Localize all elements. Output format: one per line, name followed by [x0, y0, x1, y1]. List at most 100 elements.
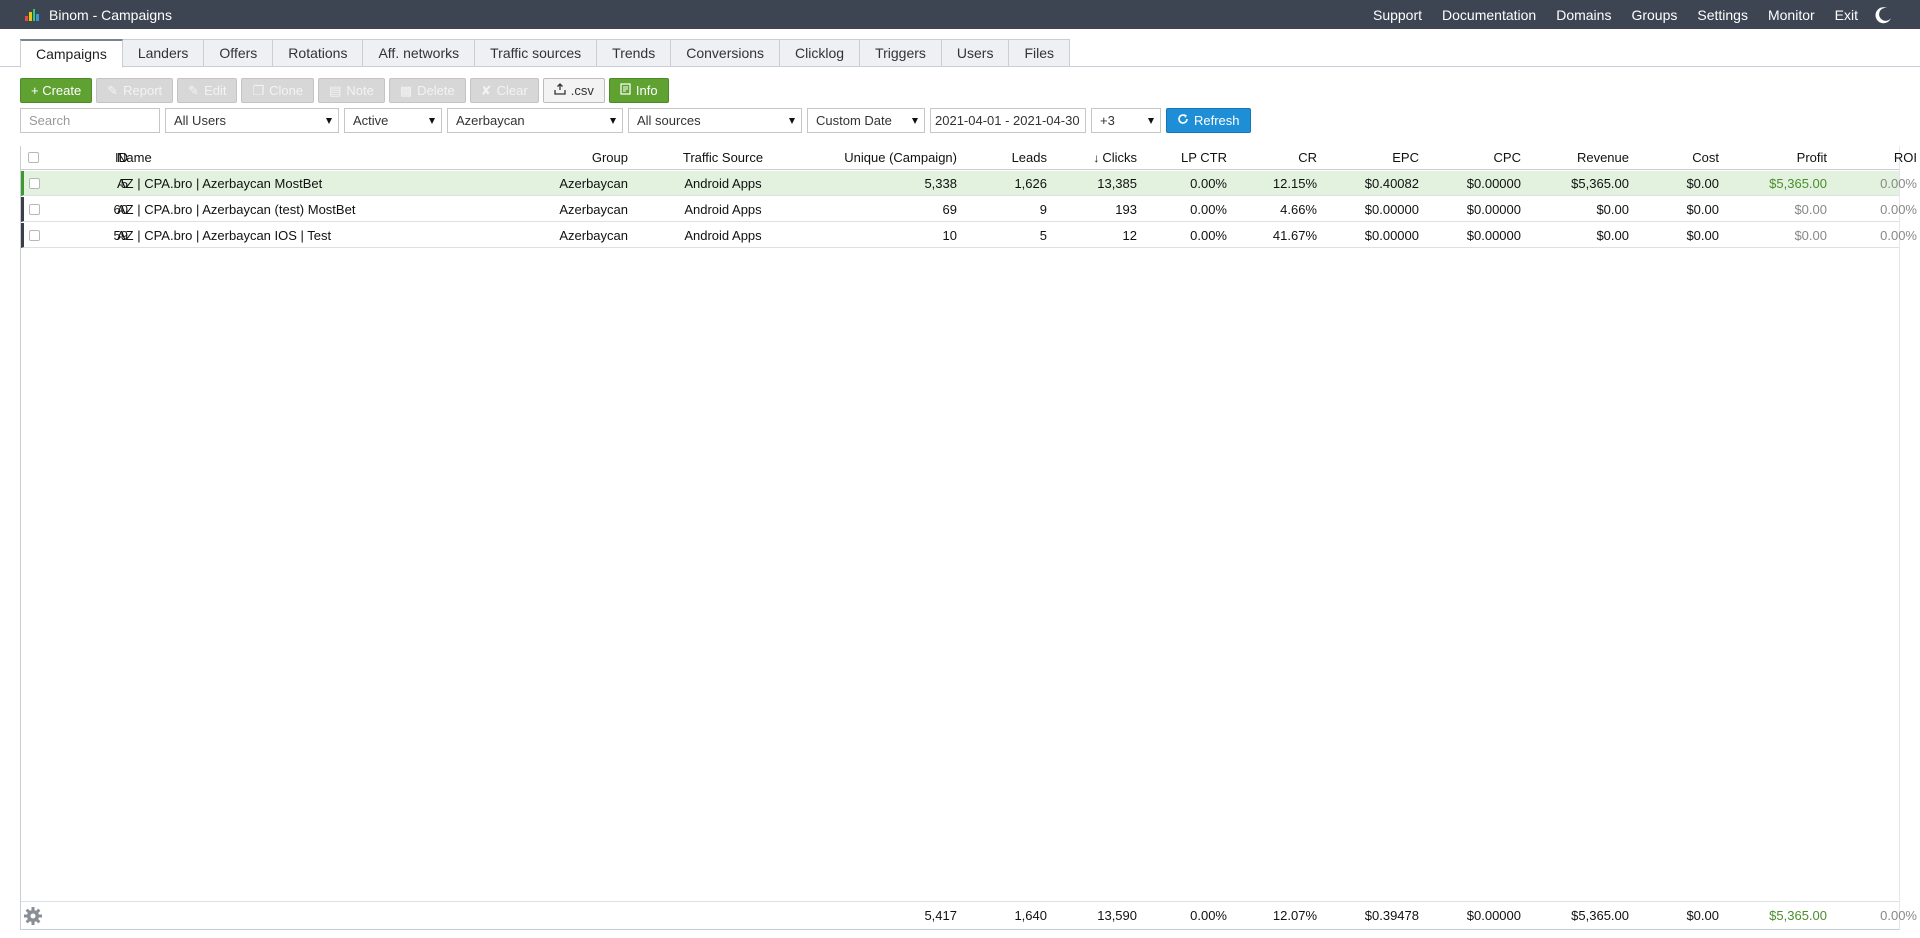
col-roi[interactable]: ROI: [1827, 146, 1917, 169]
cell-cpc: $0.00000: [1466, 175, 1521, 191]
cell-name[interactable]: AZ | CPA.bro | Azerbaycan IOS | Test: [117, 223, 437, 247]
cell-name[interactable]: AZ | CPA.bro | Azerbaycan MostBet: [117, 171, 437, 195]
date-range-input[interactable]: 2021-04-01 - 2021-04-30: [930, 108, 1086, 133]
edit-button[interactable]: ✎ Edit: [177, 78, 238, 103]
group-select[interactable]: Azerbaycan: [447, 108, 623, 133]
cell-clicks: 193: [1115, 201, 1137, 217]
report-button[interactable]: ✎ Report: [96, 78, 174, 103]
cell-cost: $0.00: [1686, 227, 1719, 243]
col-profit[interactable]: Profit: [1719, 146, 1827, 169]
col-lp-ctr[interactable]: LP CTR: [1137, 146, 1227, 169]
info-icon: [620, 83, 631, 98]
tab-rotations[interactable]: Rotations: [273, 39, 364, 67]
search-input[interactable]: Search: [20, 108, 160, 133]
cell-name[interactable]: AZ | CPA.bro | Azerbaycan (test) MostBet: [117, 197, 437, 221]
row-checkbox[interactable]: [29, 177, 40, 189]
info-button[interactable]: Info: [608, 78, 669, 103]
col-leads[interactable]: Leads: [957, 146, 1047, 169]
tab-files[interactable]: Files: [1009, 39, 1071, 67]
row-checkbox-cell[interactable]: [24, 223, 45, 247]
gear-icon[interactable]: [23, 906, 43, 926]
col-unique[interactable]: Unique (Campaign): [801, 146, 957, 169]
report-label: Report: [123, 83, 163, 98]
note-label: Note: [346, 83, 374, 98]
tab-offers[interactable]: Offers: [204, 39, 274, 67]
top-bar: Binom - Campaigns Support Documentation …: [0, 0, 1920, 29]
delete-button[interactable]: ▩ Delete: [388, 78, 466, 103]
table-row[interactable]: 59 AZ | CPA.bro | Azerbaycan IOS | Test …: [21, 223, 1917, 248]
cell-revenue: $5,365.00: [1571, 175, 1629, 191]
tab-trends[interactable]: Trends: [597, 39, 672, 67]
col-revenue[interactable]: Revenue: [1521, 146, 1629, 169]
total-roi: 0.00%: [1880, 908, 1917, 923]
delete-label: Delete: [417, 83, 455, 98]
nav-domains[interactable]: Domains: [1556, 7, 1611, 23]
select-all-checkbox[interactable]: [27, 152, 39, 163]
col-cost[interactable]: Cost: [1629, 146, 1719, 169]
col-cr[interactable]: CR: [1227, 146, 1317, 169]
nav-settings[interactable]: Settings: [1697, 7, 1748, 23]
cell-leads: 5: [1039, 227, 1047, 243]
row-checkbox-cell[interactable]: [24, 171, 45, 195]
top-nav: Support Documentation Domains Groups Set…: [1353, 0, 1894, 29]
cell-lp-ctr: 0.00%: [1190, 227, 1227, 243]
cell-unique: 69: [942, 201, 957, 217]
nav-exit[interactable]: Exit: [1835, 7, 1858, 23]
table-row[interactable]: 60 AZ | CPA.bro | Azerbaycan (test) Most…: [21, 197, 1917, 222]
row-checkbox[interactable]: [29, 203, 40, 215]
clear-label: Clear: [496, 83, 528, 98]
note-button[interactable]: ▤ Note: [318, 78, 385, 103]
nav-support[interactable]: Support: [1373, 7, 1422, 23]
table-totals: 5,417 1,640 13,590 0.00% 12.07% $0.39478…: [21, 901, 1917, 929]
sources-select[interactable]: All sources: [628, 108, 802, 133]
col-epc[interactable]: EPC: [1317, 146, 1419, 169]
nav-groups[interactable]: Groups: [1631, 7, 1677, 23]
csv-export-button[interactable]: .csv: [542, 78, 605, 103]
col-group[interactable]: Group: [441, 146, 628, 169]
col-traffic-source[interactable]: Traffic Source: [641, 146, 805, 169]
cell-profit: $0.00: [1794, 201, 1827, 217]
chevron-down-icon: [326, 118, 332, 124]
csv-label: .csv: [570, 83, 594, 98]
cell-group: Azerbaycan: [559, 175, 628, 191]
col-clicks[interactable]: ↓ Clicks: [1047, 146, 1137, 169]
edit-label: Edit: [204, 83, 227, 98]
total-cpc: $0.00000: [1466, 908, 1521, 923]
clone-button[interactable]: ❐ Clone: [241, 78, 315, 103]
group-select-value: Azerbaycan: [456, 113, 525, 128]
tab-triggers[interactable]: Triggers: [860, 39, 942, 67]
bar-chart-logo: [25, 8, 39, 21]
tab-landers[interactable]: Landers: [122, 39, 205, 67]
col-cpc[interactable]: CPC: [1419, 146, 1521, 169]
row-checkbox[interactable]: [29, 229, 40, 241]
tab-traffic-sources[interactable]: Traffic sources: [475, 39, 598, 67]
users-select[interactable]: All Users: [165, 108, 339, 133]
nav-documentation[interactable]: Documentation: [1442, 7, 1536, 23]
col-name[interactable]: Name: [117, 146, 417, 169]
cell-cost: $0.00: [1686, 201, 1719, 217]
moon-icon[interactable]: [1874, 5, 1894, 25]
tab-campaigns[interactable]: Campaigns: [20, 39, 123, 68]
tab-aff-networks[interactable]: Aff. networks: [363, 39, 476, 67]
date-mode-select[interactable]: Custom Date: [807, 108, 925, 133]
table-row[interactable]: 5 AZ | CPA.bro | Azerbaycan MostBet Azer…: [21, 171, 1917, 196]
select-all-checkbox-cell[interactable]: [21, 146, 45, 169]
row-checkbox-cell[interactable]: [24, 197, 45, 221]
clear-button[interactable]: ✘ Clear: [469, 78, 539, 103]
tab-clicklog[interactable]: Clicklog: [780, 39, 861, 67]
tab-users[interactable]: Users: [941, 39, 1010, 67]
refresh-icon: [1177, 113, 1189, 128]
status-select[interactable]: Active: [344, 108, 442, 133]
create-button[interactable]: + Create: [20, 78, 93, 103]
tab-conversions[interactable]: Conversions: [671, 39, 781, 67]
nav-monitor[interactable]: Monitor: [1768, 7, 1815, 23]
total-unique: 5,417: [924, 908, 957, 923]
cell-group: Azerbaycan: [559, 227, 628, 243]
cell-leads: 9: [1039, 201, 1047, 217]
cell-lp-ctr: 0.00%: [1190, 201, 1227, 217]
refresh-button[interactable]: Refresh: [1166, 108, 1251, 133]
brand: Binom - Campaigns: [25, 0, 172, 29]
timezone-select[interactable]: +3: [1091, 108, 1161, 133]
note-icon: ▤: [329, 82, 342, 98]
cell-profit: $5,365.00: [1769, 175, 1827, 191]
